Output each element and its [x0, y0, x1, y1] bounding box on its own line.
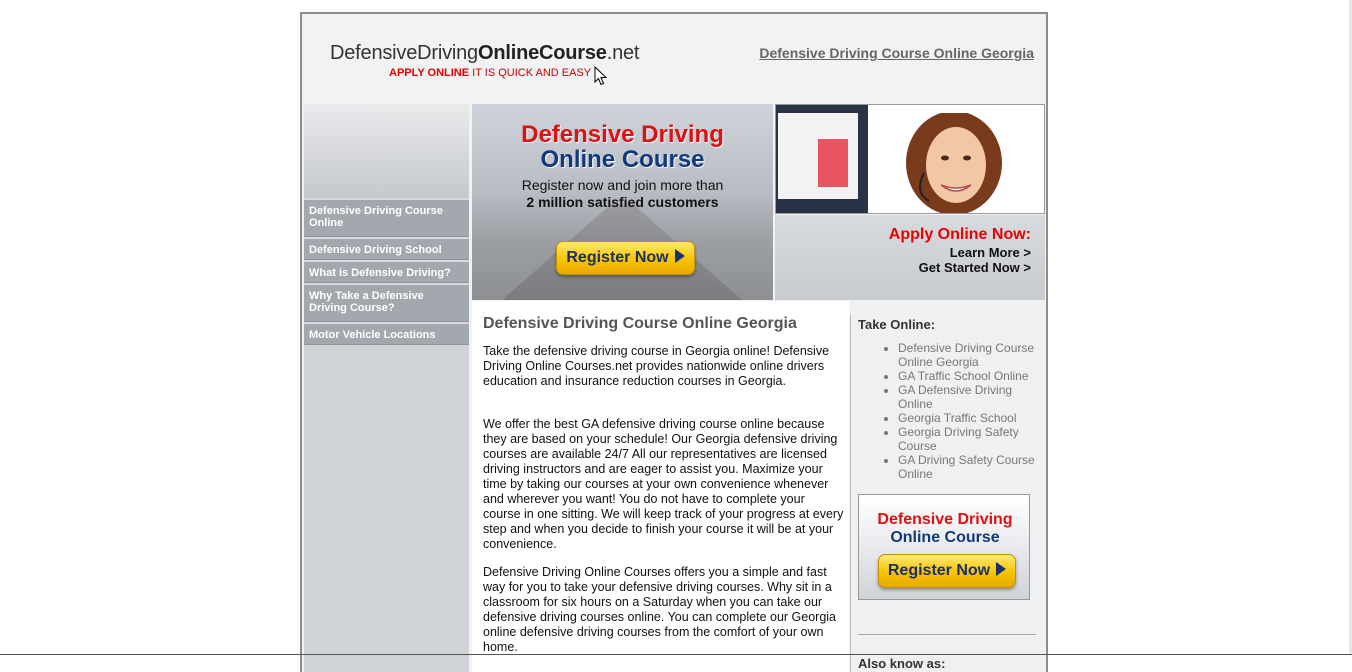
page-container: DefensiveDrivingOnlineCourse.net APPLY O…: [300, 12, 1048, 672]
banner-title-red: Defensive Driving: [521, 121, 724, 148]
register-now-button[interactable]: Register Now: [556, 241, 695, 275]
sidebar-item-defensive-driving-course-online[interactable]: Defensive Driving Course Online: [304, 198, 469, 237]
header: DefensiveDrivingOnlineCourse.net APPLY O…: [302, 14, 1046, 104]
banner-title-blue: Online Course: [540, 146, 705, 173]
also-known-as-heading: Also know as:: [858, 656, 946, 671]
apply-online-box: Apply Online Now: Learn More > Get Start…: [775, 215, 1045, 300]
mouse-cursor-icon: [594, 66, 608, 86]
sidebar: Defensive Driving Course Online Defensiv…: [304, 104, 469, 672]
logo-text: DefensiveDrivingOnlineCourse.net: [330, 42, 640, 64]
list-item[interactable]: GA Defensive Driving Online: [898, 383, 1040, 411]
sidebar-item-why-take-course[interactable]: Why Take a Defensive Driving Course?: [304, 283, 469, 322]
apply-online-title: Apply Online Now:: [888, 226, 1031, 243]
column-divider: [850, 315, 851, 672]
sidebar-header-graphic: [304, 104, 469, 198]
list-item[interactable]: Georgia Traffic School: [898, 411, 1040, 425]
mini-ad-title-blue: Online Course: [890, 529, 1000, 546]
main-content: Defensive Driving Course Online Georgia …: [472, 301, 849, 672]
play-arrow-icon: [996, 562, 1007, 576]
list-item[interactable]: Defensive Driving Course Online Georgia: [898, 341, 1040, 369]
banner-subtitle-bold: 2 million satisfied customers: [526, 194, 719, 210]
take-online-title: Take Online:: [858, 317, 936, 332]
list-item[interactable]: GA Driving Safety Course Online: [898, 453, 1040, 481]
content-title: Defensive Driving Course Online Georgia: [483, 315, 797, 332]
content-paragraph-2: We offer the best GA defensive driving c…: [483, 417, 844, 551]
sidebar-item-motor-vehicle-locations[interactable]: Motor Vehicle Locations: [304, 322, 469, 345]
banner-subtitle: Register now and join more than: [521, 177, 724, 193]
list-item[interactable]: Georgia Driving Safety Course: [898, 425, 1040, 453]
site-logo[interactable]: DefensiveDrivingOnlineCourse.net APPLY O…: [330, 42, 639, 79]
support-agent-photo: [775, 104, 1045, 214]
content-paragraph-1: Take the defensive driving course in Geo…: [483, 344, 830, 388]
mini-register-now-label: Register Now: [887, 562, 991, 579]
content-paragraph-3: Defensive Driving Online Courses offers …: [483, 565, 836, 654]
sidebar-item-what-is-defensive-driving[interactable]: What is Defensive Driving?: [304, 260, 469, 283]
woman-headset-image: [906, 113, 1002, 213]
horizontal-divider: [858, 634, 1036, 635]
play-arrow-icon: [674, 249, 685, 263]
learn-more-link[interactable]: Learn More >: [950, 245, 1031, 260]
register-banner: Defensive Driving Online Course Register…: [472, 104, 773, 300]
top-link-georgia[interactable]: Defensive Driving Course Online Georgia: [759, 45, 1034, 61]
register-now-label: Register Now: [566, 249, 669, 266]
sidebar-item-defensive-driving-school[interactable]: Defensive Driving School: [304, 237, 469, 260]
mini-ad-title-red: Defensive Driving: [877, 511, 1013, 528]
monitor-graphic: [776, 105, 868, 213]
list-item[interactable]: GA Traffic School Online: [898, 369, 1040, 383]
take-online-list: Defensive Driving Course Online Georgia …: [858, 341, 1040, 481]
mini-register-now-button[interactable]: Register Now: [878, 554, 1016, 588]
right-column: Take Online: Defensive Driving Course On…: [850, 301, 1045, 672]
get-started-link[interactable]: Get Started Now >: [919, 260, 1031, 275]
mini-register-ad[interactable]: Defensive Driving Online Course Register…: [858, 494, 1030, 600]
